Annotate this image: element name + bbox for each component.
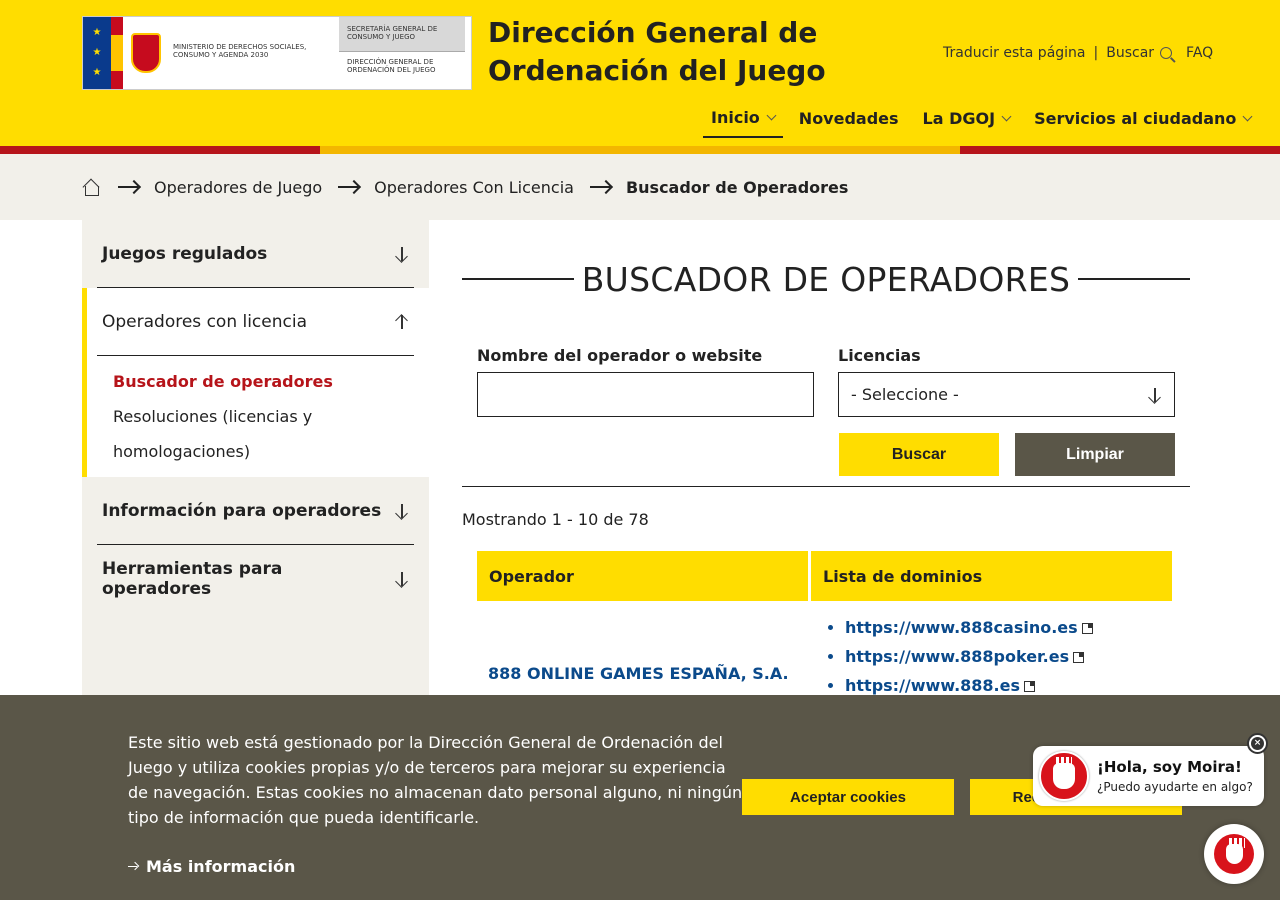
home-icon[interactable]	[82, 178, 100, 196]
search-form: Nombre del operador o website Licencias …	[462, 328, 1190, 478]
external-link-icon	[1073, 652, 1085, 663]
arrow-right-icon	[118, 180, 140, 194]
breadcrumb-operadores-licencia[interactable]: Operadores Con Licencia	[374, 178, 574, 197]
breadcrumb-operadores-juego[interactable]: Operadores de Juego	[154, 178, 322, 197]
sidebar-section-herramientas: Herramientas para operadores	[82, 545, 429, 613]
header-stripe-red-left	[0, 146, 320, 154]
arrow-right-icon	[338, 180, 360, 194]
chat-greeting-bubble[interactable]: ¡Hola, soy Moira! ¿Puedo ayudarte en alg…	[1033, 746, 1264, 806]
sidebar-section-label: Juegos regulados	[102, 243, 268, 264]
site-header: ★ ★ ★ MINISTERIO DE DERECHOS SOCIALES, CON…	[0, 0, 1280, 154]
site-title[interactable]: Dirección General de Ordenación del Jueg…	[488, 14, 948, 90]
spain-flag-icon	[111, 17, 123, 89]
arrow-down-icon	[395, 246, 409, 262]
nav-item-label: Servicios al ciudadano	[1034, 109, 1237, 128]
domain-link[interactable]: https://www.888.es	[845, 676, 1020, 695]
operator-name-label: Nombre del operador o website	[477, 346, 763, 365]
sidebar-section-label: Operadores con licencia	[102, 311, 308, 332]
sidebar-toggle-operadores[interactable]: Operadores con licencia	[97, 288, 414, 356]
cookie-text: Este sitio web está gestionado por la Di…	[128, 733, 743, 827]
operator-name-input[interactable]	[477, 372, 814, 417]
coat-of-arms-icon	[123, 17, 169, 89]
sidebar: Juegos regulados Operadores con licencia…	[82, 220, 429, 700]
list-item: https://www.888casino.es	[845, 613, 1172, 642]
chevron-down-icon	[1001, 111, 1012, 122]
licenses-select[interactable]: - Seleccione -	[838, 372, 1175, 417]
logo-secretaria-text: SECRETARÍA GENERAL DE CONSUMO Y JUEGO	[339, 17, 465, 51]
translate-link[interactable]: Traducir esta página	[943, 45, 1086, 61]
chat-close-button[interactable]: ×	[1247, 733, 1268, 754]
chat-text: ¡Hola, soy Moira! ¿Puedo ayudarte en alg…	[1097, 758, 1253, 794]
cookie-more-label: Más información	[146, 857, 296, 876]
sidebar-section-operadores: Operadores con licencia Buscador de oper…	[82, 288, 429, 477]
table-header: Operador Lista de dominios	[477, 551, 1172, 601]
results-count: Mostrando 1 - 10 de 78	[462, 510, 649, 529]
sidebar-toggle-informacion[interactable]: Información para operadores	[97, 477, 414, 545]
external-link-icon	[1024, 681, 1035, 692]
main-nav: Inicio Novedades La DGOJ Servicios al ci…	[703, 104, 1267, 138]
page-title-text: BUSCADOR DE OPERADORES	[573, 259, 1079, 299]
top-links-separator: |	[1093, 45, 1099, 61]
close-icon: ×	[1251, 737, 1264, 750]
page-title: BUSCADOR DE OPERADORES	[462, 258, 1190, 300]
external-link-icon	[1081, 623, 1093, 634]
sidebar-item-buscador[interactable]: Buscador de operadores	[113, 364, 414, 399]
search-link[interactable]: Buscar	[1106, 45, 1154, 61]
cookie-more-info-link[interactable]: Más información	[128, 857, 295, 876]
column-header-domains: Lista de dominios	[811, 551, 1172, 601]
arrow-down-icon	[1148, 387, 1162, 403]
nav-item-la-dgoj[interactable]: La DGOJ	[915, 104, 1019, 138]
domain-link[interactable]: https://www.888poker.es	[845, 647, 1069, 666]
nav-item-inicio[interactable]: Inicio	[703, 104, 783, 138]
sidebar-submenu: Buscador de operadores Resoluciones (lic…	[97, 356, 414, 477]
chevron-down-icon	[1242, 111, 1253, 122]
ministry-logo[interactable]: ★ ★ ★ MINISTERIO DE DERECHOS SOCIALES, CON…	[82, 16, 472, 90]
chat-prompt: ¿Puedo ayudarte en algo?	[1097, 780, 1253, 794]
nav-item-label: Inicio	[711, 108, 760, 127]
clear-button[interactable]: Limpiar	[1015, 433, 1175, 476]
top-links: Traducir esta página | Buscar FAQ	[943, 45, 1213, 61]
logo-ministry-text: MINISTERIO DE DERECHOS SOCIALES, CONSUMO…	[173, 43, 307, 59]
faq-link[interactable]: FAQ	[1186, 45, 1213, 61]
header-stripe-yellow	[320, 146, 960, 154]
arrow-down-icon	[395, 571, 409, 587]
arrow-right-icon	[589, 180, 612, 194]
arrow-up-icon	[395, 314, 409, 330]
sidebar-section-informacion: Información para operadores	[82, 477, 429, 545]
header-stripe-red-right	[960, 146, 1280, 154]
search-button[interactable]: Buscar	[839, 433, 999, 476]
accept-cookies-button[interactable]: Aceptar cookies	[742, 779, 954, 815]
nav-item-novedades[interactable]: Novedades	[791, 104, 907, 138]
chat-greeting: ¡Hola, soy Moira!	[1097, 758, 1242, 776]
licenses-label: Licencias	[838, 346, 921, 365]
licenses-select-value: - Seleccione -	[851, 385, 959, 404]
sidebar-section-label: Información para operadores	[102, 500, 382, 521]
sidebar-item-resoluciones[interactable]: Resoluciones (licencias y homologaciones…	[113, 399, 323, 469]
sidebar-section-label: Herramientas para operadores	[102, 559, 283, 599]
chat-launcher-button[interactable]	[1204, 824, 1264, 884]
column-header-operator: Operador	[477, 551, 808, 601]
domain-link[interactable]: https://www.888casino.es	[845, 618, 1078, 637]
sidebar-toggle-juegos[interactable]: Juegos regulados	[97, 220, 414, 288]
sidebar-toggle-herramientas[interactable]: Herramientas para operadores	[97, 545, 414, 613]
sidebar-section-juegos: Juegos regulados	[82, 220, 429, 288]
main-content: BUSCADOR DE OPERADORES Nombre del operad…	[462, 220, 1190, 695]
logo-direccion-text: DIRECCIÓN GENERAL DE ORDENACIÓN DEL JUEG…	[339, 51, 465, 89]
list-item: https://www.888poker.es	[845, 642, 1172, 671]
chevron-down-icon	[766, 110, 777, 121]
breadcrumb: Operadores de Juego Operadores Con Licen…	[0, 154, 1280, 220]
results-divider	[462, 486, 1190, 487]
logo-right-block: SECRETARÍA GENERAL DE CONSUMO Y JUEGO DI…	[339, 17, 465, 89]
arrow-down-icon	[395, 503, 409, 519]
search-icon[interactable]	[1160, 47, 1173, 59]
moira-hand-icon	[1039, 751, 1089, 801]
nav-item-label: La DGOJ	[922, 109, 996, 128]
eu-flag-icon: ★ ★ ★	[83, 17, 111, 89]
moira-hand-icon	[1214, 834, 1254, 874]
nav-item-servicios[interactable]: Servicios al ciudadano	[1026, 104, 1259, 138]
breadcrumb-current: Buscador de Operadores	[625, 177, 849, 197]
arrow-right-icon	[128, 863, 138, 871]
nav-item-label: Novedades	[798, 109, 899, 128]
